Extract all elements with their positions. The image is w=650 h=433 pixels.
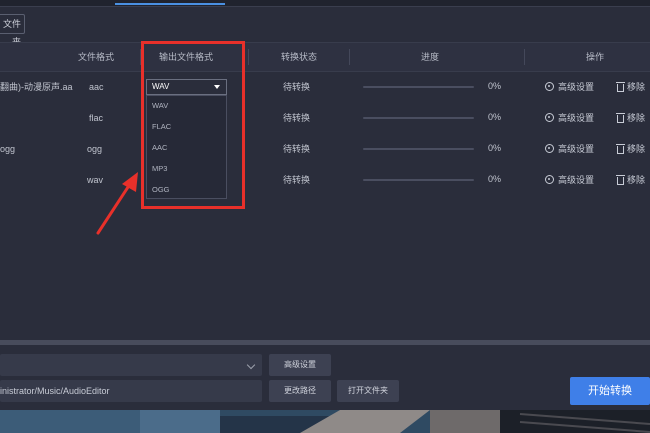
output-path-field[interactable]: inistrator/Music/AudioEditor [0,380,262,402]
advanced-settings-button[interactable]: 高级设置 [269,354,331,376]
open-folder-button[interactable]: 打开文件夹 [337,380,399,402]
start-convert-button[interactable]: 开始转换 [570,377,650,405]
chevron-down-icon [246,360,256,370]
output-format-dropdown[interactable] [0,354,262,376]
change-path-button[interactable]: 更改路径 [269,380,331,402]
background-photo [0,410,650,433]
